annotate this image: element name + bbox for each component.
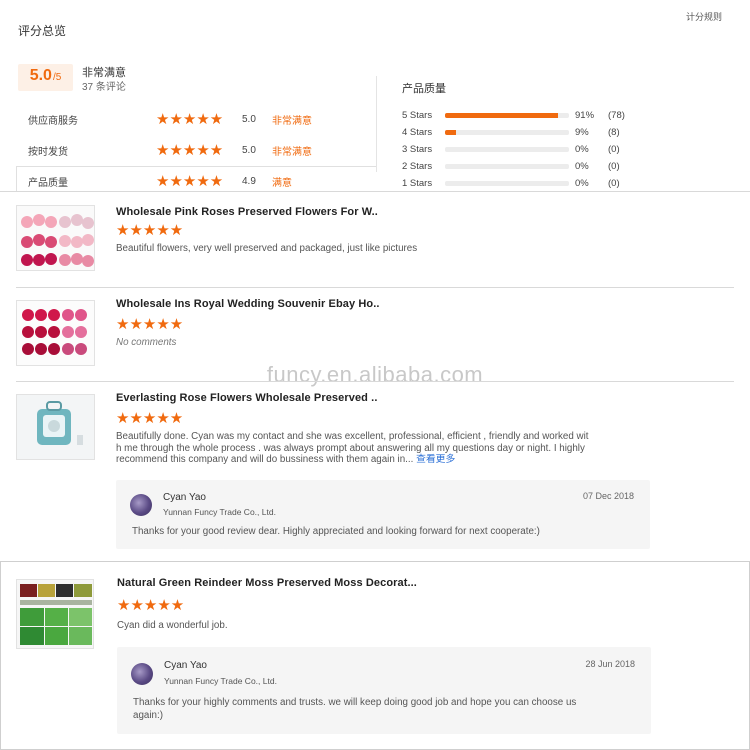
star-bar-2: 2 Stars 0% (0)	[402, 159, 732, 173]
review-text-line: Beautifully done. Cyan was my contact an…	[116, 431, 589, 442]
star-bar-count: (8)	[608, 126, 620, 138]
star-bar-percent: 0%	[575, 143, 589, 155]
review-product-title[interactable]: Wholesale Pink Roses Preserved Flowers F…	[116, 206, 378, 218]
review-text-line: h me through the whole process . was alw…	[116, 442, 585, 454]
review-text-line: recommend this company and will do bussi…	[116, 454, 622, 466]
quality-breakdown-title: 产品质量	[402, 83, 446, 95]
supplier-reply: Cyan Yao Yunnan Funcy Trade Co., Ltd. 28…	[117, 647, 651, 734]
review-divider	[16, 381, 734, 382]
star-bar-percent: 0%	[575, 177, 589, 189]
overall-score: 5.0 /5	[18, 64, 73, 91]
star-rating: ★★★★★	[116, 410, 184, 427]
reply-author-name: Cyan Yao	[164, 660, 207, 671]
review-divider	[0, 561, 750, 562]
review-text: Cyan did a wonderful job.	[117, 620, 228, 631]
score-row-word: 非常满意	[272, 115, 312, 127]
red-roses-box-image[interactable]	[16, 300, 95, 366]
see-more-link[interactable]: 查看更多	[416, 454, 455, 465]
score-row-word: 非常满意	[272, 146, 312, 158]
summary-title: 评分总览	[18, 24, 67, 38]
review-text-line-end: recommend this company and will do bussi…	[116, 454, 414, 465]
reply-company: Yunnan Funcy Trade Co., Ltd.	[163, 507, 276, 517]
score-row-label: 按时发货	[28, 146, 68, 158]
review-product-title[interactable]: Wholesale Ins Royal Wedding Souvenir Eba…	[116, 298, 380, 310]
avatar	[131, 663, 153, 685]
review-item: Wholesale Pink Roses Preserved Flowers F…	[0, 192, 750, 287]
star-bar-4: 4 Stars 9% (8)	[402, 125, 732, 139]
reply-date: 07 Dec 2018	[582, 491, 634, 501]
star-bar-label: 2 Stars	[402, 160, 433, 172]
moss-image[interactable]	[16, 579, 94, 649]
reply-text-line: again:)	[133, 710, 163, 721]
scoring-rules-link[interactable]: 计分规则	[686, 10, 722, 23]
selected-row-border	[16, 166, 17, 192]
star-rating: ★★★★★	[156, 141, 224, 159]
score-row-label: 产品质量	[28, 177, 68, 189]
supplier-reply: Cyan Yao Yunnan Funcy Trade Co., Ltd. 07…	[116, 480, 650, 549]
review-text: Beautiful flowers, very well preserved a…	[116, 243, 418, 254]
star-bar-label: 4 Stars	[402, 126, 433, 138]
reply-text: Thanks for your highly comments and trus…	[133, 696, 633, 722]
pink-roses-image[interactable]	[16, 205, 95, 271]
star-rating: ★★★★★	[156, 172, 224, 190]
teal-rose-box-image[interactable]	[16, 394, 95, 460]
star-bar-3: 3 Stars 0% (0)	[402, 142, 732, 156]
avatar	[130, 494, 152, 516]
selected-row-top-border	[16, 166, 377, 167]
score-row-value: 5.0	[242, 113, 256, 125]
summary-divider	[376, 76, 377, 172]
review-product-title[interactable]: Natural Green Reindeer Moss Preserved Mo…	[117, 577, 417, 589]
score-row-label: 供应商服务	[28, 115, 78, 127]
score-row-product-quality[interactable]: 产品质量 ★★★★★ 4.9 满意	[28, 172, 368, 190]
score-row-value: 5.0	[242, 144, 256, 156]
frame-left-border	[0, 561, 1, 750]
reply-company: Yunnan Funcy Trade Co., Ltd.	[164, 676, 277, 686]
star-rating: ★★★★★	[117, 597, 185, 614]
reply-author-name: Cyan Yao	[163, 492, 206, 503]
star-bar-track	[445, 180, 569, 186]
score-row-word: 满意	[272, 177, 292, 189]
review-item: Natural Green Reindeer Moss Preserved Mo…	[0, 561, 750, 750]
star-rating: ★★★★★	[116, 316, 184, 333]
score-row-on-time-delivery: 按时发货 ★★★★★ 5.0 非常满意	[28, 141, 368, 159]
star-bar-1: 1 Stars 0% (0)	[402, 176, 732, 190]
star-bar-label: 3 Stars	[402, 143, 433, 155]
star-bar-percent: 0%	[575, 160, 589, 172]
review-count: 37 条评论	[82, 82, 126, 93]
star-bar-count: (78)	[608, 109, 625, 121]
review-item: Everlasting Rose Flowers Wholesale Prese…	[0, 381, 750, 561]
star-bar-percent: 91%	[575, 109, 595, 121]
reply-text-line: Thanks for your highly comments and trus…	[133, 697, 577, 708]
star-bar-percent: 9%	[575, 126, 589, 138]
star-bar-track	[445, 163, 569, 169]
star-bar-track	[445, 129, 569, 135]
star-rating: ★★★★★	[156, 110, 224, 128]
review-divider	[16, 287, 734, 288]
star-bar-count: (0)	[608, 160, 620, 172]
star-bar-label: 1 Stars	[402, 177, 433, 189]
review-product-title[interactable]: Everlasting Rose Flowers Wholesale Prese…	[116, 392, 377, 404]
reply-date: 28 Jun 2018	[585, 659, 635, 669]
star-bar-count: (0)	[608, 177, 620, 189]
star-bar-label: 5 Stars	[402, 109, 433, 121]
star-rating: ★★★★★	[116, 222, 184, 239]
reply-text: Thanks for your good review dear. Highly…	[132, 526, 540, 537]
overall-score-value: 5.0	[29, 67, 52, 84]
score-row-value: 4.9	[242, 175, 256, 187]
overall-score-unit: /5	[52, 72, 62, 83]
score-row-supplier-service: 供应商服务 ★★★★★ 5.0 非常满意	[28, 110, 368, 128]
star-bar-count: (0)	[608, 143, 620, 155]
review-text: Beautifully done. Cyan was my contact an…	[116, 431, 622, 466]
star-bar-track	[445, 112, 569, 118]
rating-summary: 评分总览 计分规则 5.0 /5 非常满意 37 条评论 供应商服务 ★★★★★…	[0, 0, 750, 192]
star-bar-5: 5 Stars 91% (78)	[402, 108, 732, 122]
star-bar-fill	[445, 112, 558, 118]
star-bar-fill	[445, 129, 457, 135]
review-text: No comments	[116, 337, 177, 348]
star-bar-track	[445, 146, 569, 152]
